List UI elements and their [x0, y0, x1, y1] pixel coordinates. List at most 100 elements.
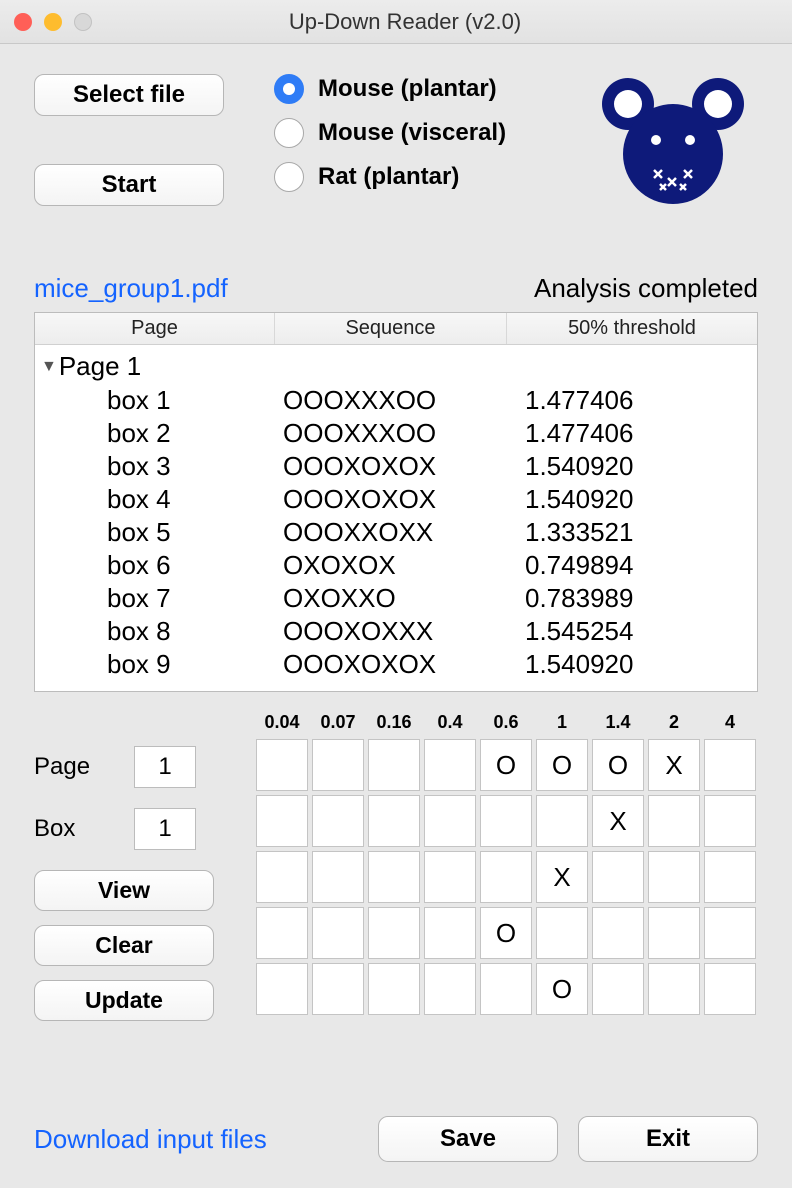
disclosure-triangle-icon[interactable]: ▼: [41, 358, 57, 376]
table-row[interactable]: box 8OOOXOXXX1.545254: [35, 615, 757, 648]
grid-cell[interactable]: X: [536, 851, 588, 903]
cell-sequence: OXOXOX: [283, 550, 515, 581]
cell-threshold: 0.783989: [515, 583, 757, 614]
grid-cell[interactable]: [256, 851, 308, 903]
grid-cell[interactable]: [312, 963, 364, 1015]
cell-page: box 7: [35, 583, 283, 614]
grid-cell[interactable]: [424, 851, 476, 903]
grid-cell[interactable]: [424, 795, 476, 847]
cell-page: box 3: [35, 451, 283, 482]
filename-label: mice_group1.pdf: [34, 273, 228, 304]
cell-page: box 2: [35, 418, 283, 449]
grid-cell[interactable]: [592, 907, 644, 959]
grid-row: O: [256, 907, 756, 959]
cell-page: box 9: [35, 649, 283, 680]
grid-cell[interactable]: [368, 739, 420, 791]
cell-sequence: OOOXOXOX: [283, 451, 515, 482]
grid-cell[interactable]: [704, 795, 756, 847]
grid-cell[interactable]: [368, 851, 420, 903]
grid-cell[interactable]: [704, 907, 756, 959]
cell-threshold: 1.477406: [515, 385, 757, 416]
grid-cell[interactable]: [704, 739, 756, 791]
table-row[interactable]: box 4OOOXOXOX1.540920: [35, 483, 757, 516]
cell-threshold: 1.477406: [515, 418, 757, 449]
grid-cell[interactable]: O: [592, 739, 644, 791]
grid-cell[interactable]: [312, 795, 364, 847]
close-icon[interactable]: [14, 13, 32, 31]
grid-header: 0.04: [256, 712, 308, 733]
table-row[interactable]: box 1OOOXXXOO1.477406: [35, 384, 757, 417]
exit-button[interactable]: Exit: [578, 1116, 758, 1162]
grid-cell[interactable]: [312, 907, 364, 959]
grid-cell[interactable]: X: [592, 795, 644, 847]
grid-cell[interactable]: [312, 851, 364, 903]
grid-cell[interactable]: [368, 963, 420, 1015]
grid-cell[interactable]: X: [648, 739, 700, 791]
page-input[interactable]: [134, 746, 196, 788]
grid-header: 4: [704, 712, 756, 733]
grid-cell[interactable]: [648, 963, 700, 1015]
radio-mouse-plantar[interactable]: [274, 74, 304, 104]
col-page: Page: [35, 313, 275, 344]
table-row[interactable]: box 6OXOXOX0.749894: [35, 549, 757, 582]
select-file-button[interactable]: Select file: [34, 74, 224, 116]
grid-row: O: [256, 963, 756, 1015]
cell-page: box 5: [35, 517, 283, 548]
grid-cell[interactable]: [480, 795, 532, 847]
grid-cell[interactable]: [368, 907, 420, 959]
grid-cell[interactable]: [648, 851, 700, 903]
view-button[interactable]: View: [34, 870, 214, 911]
cell-threshold: 1.540920: [515, 451, 757, 482]
download-link[interactable]: Download input files: [34, 1124, 267, 1155]
grid-cell[interactable]: [704, 963, 756, 1015]
cell-threshold: 1.540920: [515, 484, 757, 515]
radio-rat-plantar-label: Rat (plantar): [318, 163, 459, 191]
grid-cell[interactable]: [648, 795, 700, 847]
grid-cell[interactable]: [256, 739, 308, 791]
mouse-logo-icon: [598, 74, 748, 219]
grid-cell[interactable]: [592, 851, 644, 903]
grid-header: 2: [648, 712, 700, 733]
grid-header: 1.4: [592, 712, 644, 733]
grid-cell[interactable]: [256, 963, 308, 1015]
table-row[interactable]: box 3OOOXOXOX1.540920: [35, 450, 757, 483]
grid-cell[interactable]: O: [480, 739, 532, 791]
grid-cell[interactable]: [424, 907, 476, 959]
radio-mouse-visceral[interactable]: [274, 118, 304, 148]
grid-cell[interactable]: [256, 907, 308, 959]
grid-cell[interactable]: [480, 851, 532, 903]
grid-cell[interactable]: [536, 795, 588, 847]
radio-mouse-visceral-label: Mouse (visceral): [318, 119, 506, 147]
cell-page: box 8: [35, 616, 283, 647]
box-input[interactable]: [134, 808, 196, 850]
page-field-label: Page: [34, 753, 134, 781]
grid-cell[interactable]: [368, 795, 420, 847]
grid-cell[interactable]: [256, 795, 308, 847]
table-row[interactable]: box 9OOOXOXOX1.540920: [35, 648, 757, 681]
cell-page: box 4: [35, 484, 283, 515]
cell-page: box 1: [35, 385, 283, 416]
cell-threshold: 0.749894: [515, 550, 757, 581]
grid-cell[interactable]: [424, 963, 476, 1015]
cell-page: box 6: [35, 550, 283, 581]
table-row[interactable]: box 5OOOXXOXX1.333521: [35, 516, 757, 549]
radio-rat-plantar[interactable]: [274, 162, 304, 192]
status-label: Analysis completed: [534, 273, 758, 304]
grid-cell[interactable]: [312, 739, 364, 791]
grid-cell[interactable]: O: [480, 907, 532, 959]
grid-cell[interactable]: [592, 963, 644, 1015]
grid-cell[interactable]: [536, 907, 588, 959]
clear-button[interactable]: Clear: [34, 925, 214, 966]
table-row[interactable]: box 7OXOXXO0.783989: [35, 582, 757, 615]
grid-cell[interactable]: [480, 963, 532, 1015]
grid-cell[interactable]: O: [536, 963, 588, 1015]
start-button[interactable]: Start: [34, 164, 224, 206]
grid-cell[interactable]: [648, 907, 700, 959]
grid-cell[interactable]: [424, 739, 476, 791]
save-button[interactable]: Save: [378, 1116, 558, 1162]
grid-cell[interactable]: [704, 851, 756, 903]
grid-cell[interactable]: O: [536, 739, 588, 791]
table-group-row[interactable]: ▼ Page 1: [35, 349, 757, 384]
table-row[interactable]: box 2OOOXXXOO1.477406: [35, 417, 757, 450]
update-button[interactable]: Update: [34, 980, 214, 1021]
